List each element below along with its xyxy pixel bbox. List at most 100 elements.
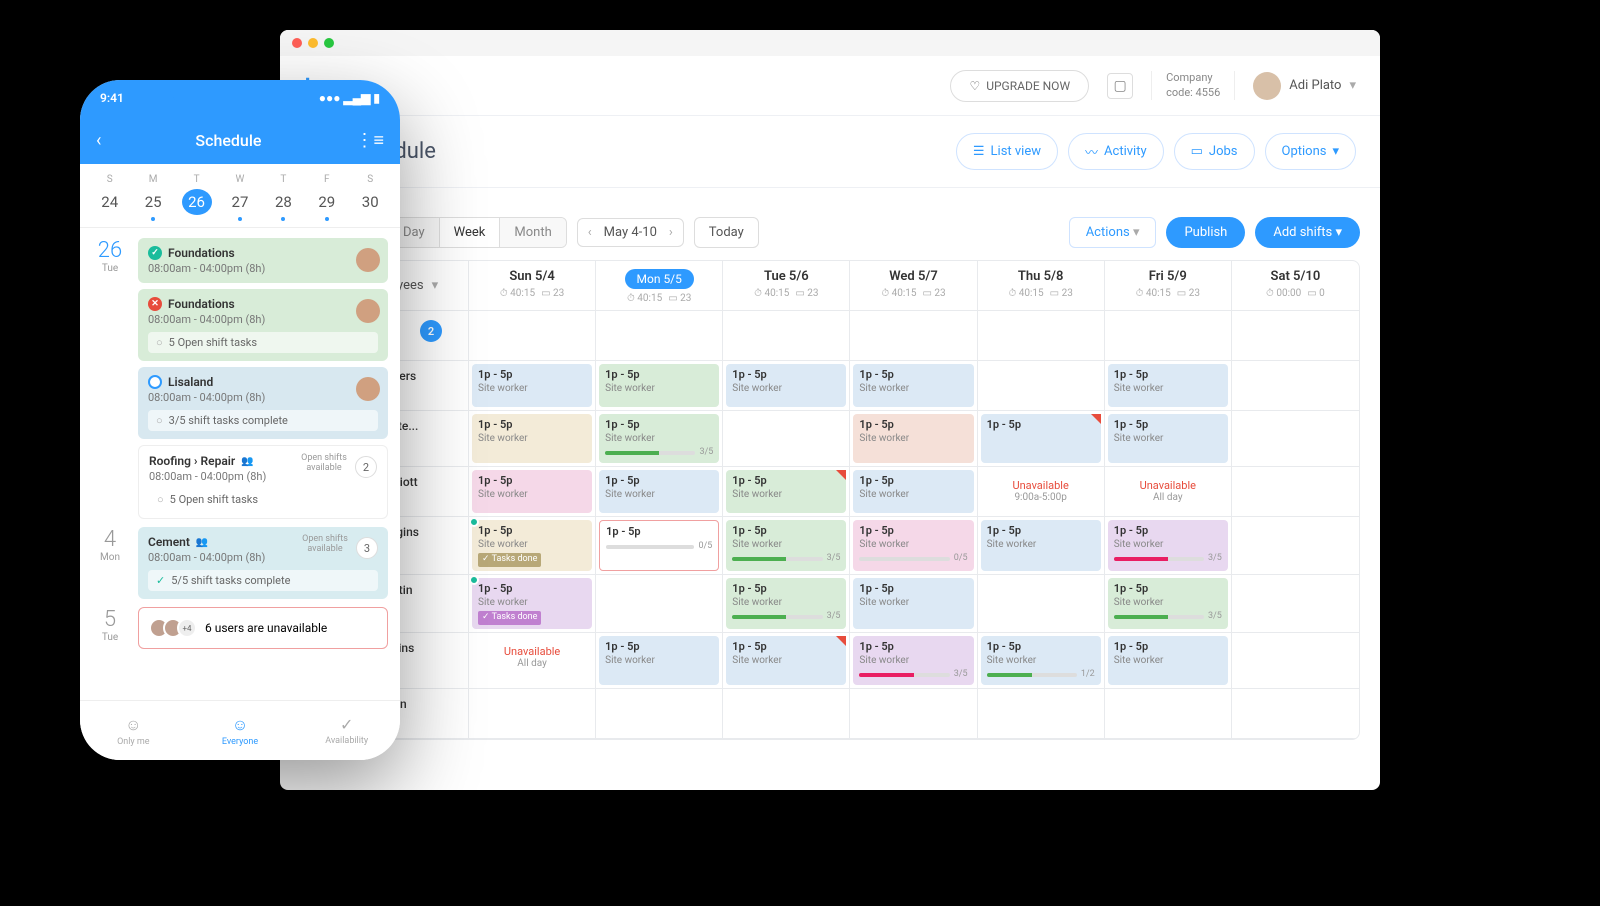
day-header[interactable]: Tue 5/6 ⏱ 40:15▭ 23 bbox=[723, 261, 850, 311]
back-icon[interactable]: ‹ bbox=[96, 130, 101, 151]
empty-cell[interactable] bbox=[850, 689, 977, 739]
shift-cell[interactable]: 1p - 5p Site worker 1/2 bbox=[978, 633, 1105, 689]
shift-cell[interactable]: 1p - 5p Site worker bbox=[1105, 361, 1232, 411]
empty-cell[interactable] bbox=[1232, 689, 1359, 739]
shift-cell[interactable]: 1p - 5p Site worker bbox=[1105, 411, 1232, 467]
tab-availability[interactable]: ✓Availability bbox=[293, 701, 400, 760]
seg-week[interactable]: Week bbox=[440, 218, 501, 247]
shift-cell[interactable]: 1p - 5p Site worker 3/5 bbox=[596, 411, 723, 467]
shift-cell[interactable]: 1p - 5p Site worker bbox=[596, 361, 723, 411]
add-shifts-button[interactable]: Add shifts ▾ bbox=[1255, 217, 1360, 248]
open-shift-cell[interactable] bbox=[1232, 311, 1359, 361]
shift-cell[interactable]: 1p - 5p Site worker 3/5 bbox=[723, 517, 850, 575]
options-button[interactable]: Options▾ bbox=[1265, 133, 1357, 170]
activity-button[interactable]: 〰Activity bbox=[1068, 133, 1164, 170]
cal-day[interactable]: 26 bbox=[182, 185, 212, 221]
open-shift-cell[interactable] bbox=[723, 311, 850, 361]
shift-cell[interactable]: 1p - 5p Site worker ✓ Tasks done bbox=[469, 517, 596, 575]
maximize-dot[interactable] bbox=[324, 38, 334, 48]
upgrade-button[interactable]: ♡ UPGRADE NOW bbox=[950, 70, 1089, 102]
empty-cell[interactable] bbox=[1232, 575, 1359, 633]
open-shift-cell[interactable] bbox=[978, 311, 1105, 361]
shift-cell[interactable]: 1p - 5p Site worker bbox=[723, 633, 850, 689]
empty-cell[interactable] bbox=[1232, 411, 1359, 467]
day-header[interactable]: Sat 5/10 ⏱ 00:00▭ 0 bbox=[1232, 261, 1359, 311]
shift-cell[interactable]: 1p - 5p Site worker bbox=[596, 633, 723, 689]
cal-day[interactable]: 24 bbox=[95, 185, 125, 221]
open-shift-cell[interactable] bbox=[850, 311, 977, 361]
empty-cell[interactable] bbox=[1105, 689, 1232, 739]
today-button[interactable]: Today bbox=[694, 217, 759, 248]
shift-cell[interactable]: 1p - 5p Site worker 3/5 bbox=[1105, 517, 1232, 575]
open-shift-cell[interactable] bbox=[1105, 311, 1232, 361]
shift-card[interactable]: ✓Foundations 08:00am - 04:00pm (8h) bbox=[138, 238, 388, 283]
help-icon[interactable]: ▢ bbox=[1107, 73, 1133, 99]
empty-cell[interactable] bbox=[469, 689, 596, 739]
shift-cell[interactable]: 1p - 5p bbox=[978, 411, 1105, 467]
empty-cell[interactable] bbox=[1232, 467, 1359, 517]
cal-day[interactable]: 28 bbox=[268, 185, 298, 221]
day-header[interactable]: Mon 5/5 ⏱ 40:15▭ 23 bbox=[596, 261, 723, 311]
cal-day[interactable]: 25 bbox=[138, 185, 168, 221]
unavailable-cell[interactable]: UnavailableAll day bbox=[469, 633, 596, 689]
prev-week-button[interactable]: ‹ bbox=[588, 225, 592, 240]
cal-day[interactable]: 27 bbox=[225, 185, 255, 221]
day-header[interactable]: Fri 5/9 ⏱ 40:15▭ 23 bbox=[1105, 261, 1232, 311]
user-menu[interactable]: Adi Plato ▾ bbox=[1253, 72, 1356, 100]
shift-cell[interactable]: 1p - 5p Site worker bbox=[596, 467, 723, 517]
shift-card[interactable]: Cement 👥 08:00am - 04:00pm (8h) 3Open sh… bbox=[138, 527, 388, 599]
close-dot[interactable] bbox=[292, 38, 302, 48]
open-shift-cell[interactable] bbox=[469, 311, 596, 361]
shift-cell[interactable]: 1p - 5p Site worker ✓ Tasks done bbox=[469, 575, 596, 633]
actions-button[interactable]: Actions ▾ bbox=[1069, 217, 1157, 248]
unavailable-card[interactable]: +4 6 users are unavailable bbox=[138, 607, 388, 649]
shift-cell[interactable]: 1p - 5p Site worker 3/5 bbox=[1105, 575, 1232, 633]
tab-only-me[interactable]: ☺Only me bbox=[80, 701, 187, 760]
shift-card[interactable]: ✕Foundations 08:00am - 04:00pm (8h) ○ 5 … bbox=[138, 289, 388, 361]
minimize-dot[interactable] bbox=[308, 38, 318, 48]
jobs-button[interactable]: ▭Jobs bbox=[1174, 133, 1255, 170]
empty-cell[interactable] bbox=[1232, 517, 1359, 575]
shift-cell[interactable]: 1p - 5p Site worker bbox=[1105, 633, 1232, 689]
shift-cell[interactable]: 1p - 5p Site worker bbox=[850, 467, 977, 517]
sidebar-badge[interactable]: 2 bbox=[420, 320, 442, 342]
empty-cell[interactable] bbox=[978, 361, 1105, 411]
empty-cell[interactable] bbox=[596, 689, 723, 739]
shift-card[interactable]: Lisaland 08:00am - 04:00pm (8h) ○ 3/5 sh… bbox=[138, 367, 388, 439]
empty-cell[interactable] bbox=[1232, 633, 1359, 689]
shift-cell[interactable]: 1p - 5p Site worker bbox=[850, 575, 977, 633]
day-header[interactable]: Sun 5/4 ⏱ 40:15▭ 23 bbox=[469, 261, 596, 311]
shift-card[interactable]: Roofing › Repair 👥 08:00am - 04:00pm (8h… bbox=[138, 445, 388, 519]
list-view-button[interactable]: ☰List view bbox=[956, 133, 1058, 170]
empty-cell[interactable] bbox=[723, 411, 850, 467]
phone-schedule-body[interactable]: 26Tue ✓Foundations 08:00am - 04:00pm (8h… bbox=[80, 228, 400, 708]
publish-button[interactable]: Publish bbox=[1166, 217, 1245, 248]
open-shift-cell[interactable] bbox=[596, 311, 723, 361]
unavailable-cell[interactable]: UnavailableAll day bbox=[1105, 467, 1232, 517]
shift-cell[interactable]: 1p - 5p Site worker 3/5 bbox=[723, 575, 850, 633]
date-range[interactable]: May 4-10 bbox=[604, 225, 657, 240]
shift-cell[interactable]: 1p - 5p Site worker 3/5 bbox=[850, 633, 977, 689]
shift-cell[interactable]: 1p - 5p Site worker bbox=[850, 361, 977, 411]
shift-cell[interactable]: 1p - 5p Site worker 0/5 bbox=[850, 517, 977, 575]
empty-cell[interactable] bbox=[596, 575, 723, 633]
shift-cell[interactable]: 1p - 5p Site worker bbox=[978, 517, 1105, 575]
tab-everyone[interactable]: ☺Everyone bbox=[187, 701, 294, 760]
unavailable-cell[interactable]: Unavailable9:00a-5:00p bbox=[978, 467, 1105, 517]
seg-month[interactable]: Month bbox=[500, 218, 565, 247]
shift-cell[interactable]: 1p - 5p Site worker bbox=[723, 361, 850, 411]
empty-cell[interactable] bbox=[1232, 361, 1359, 411]
shift-cell[interactable]: 1p - 5p Site worker bbox=[469, 467, 596, 517]
day-header[interactable]: Thu 5/8 ⏱ 40:15▭ 23 bbox=[978, 261, 1105, 311]
shift-cell[interactable]: 1p - 5p Site worker bbox=[850, 411, 977, 467]
menu-icon[interactable]: ⋮≡ bbox=[355, 130, 384, 151]
day-header[interactable]: Wed 5/7 ⏱ 40:15▭ 23 bbox=[850, 261, 977, 311]
shift-cell[interactable]: 1p - 5p Site worker bbox=[723, 467, 850, 517]
shift-cell[interactable]: 1p - 5p Site worker bbox=[469, 361, 596, 411]
cal-day[interactable]: 30 bbox=[355, 185, 385, 221]
shift-cell[interactable]: 1p - 5p Site worker bbox=[469, 411, 596, 467]
empty-cell[interactable] bbox=[978, 689, 1105, 739]
empty-cell[interactable] bbox=[723, 689, 850, 739]
shift-cell[interactable]: 1p - 5p 0/5 bbox=[596, 517, 723, 575]
empty-cell[interactable] bbox=[978, 575, 1105, 633]
